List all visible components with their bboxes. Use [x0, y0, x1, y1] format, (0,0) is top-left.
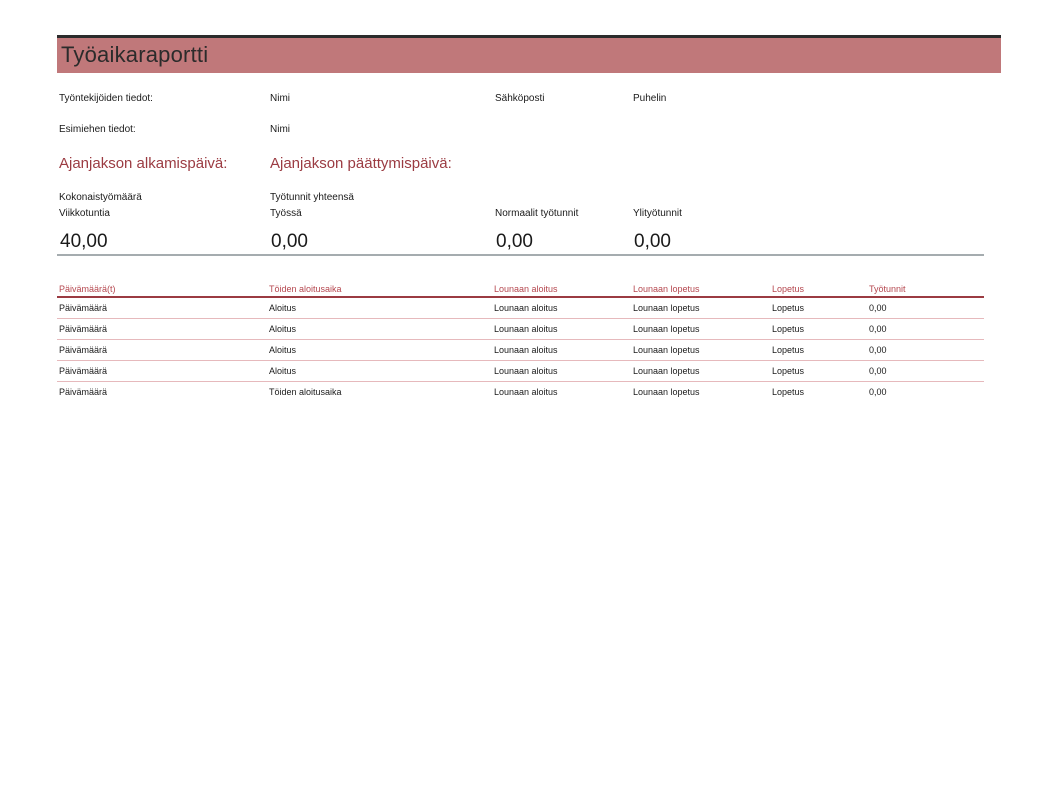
timesheet-page: Työaikaraportti Työntekijöiden tiedot: N… — [0, 0, 1042, 800]
weekly-hours-label: Viikkotuntia — [59, 208, 110, 219]
title-bar: Työaikaraportti — [57, 35, 1001, 73]
normal-hours-value: 0,00 — [496, 231, 533, 252]
column-header-lunch-end: Lounaan lopetus — [633, 284, 700, 294]
end-cell[interactable]: Lopetus — [772, 324, 804, 334]
start-cell[interactable]: Aloitus — [269, 345, 296, 355]
table-row: Päivämäärä Aloitus Lounaan aloitus Louna… — [57, 361, 984, 382]
at-work-label: Työssä — [270, 208, 302, 219]
lunch-start-cell[interactable]: Lounaan aloitus — [494, 366, 558, 376]
period-end-label[interactable]: Ajanjakson päättymispäivä: — [270, 155, 452, 172]
period-start-label[interactable]: Ajanjakson alkamispäivä: — [59, 155, 227, 172]
lunch-start-cell[interactable]: Lounaan aloitus — [494, 345, 558, 355]
page-title: Työaikaraportti — [61, 42, 209, 67]
start-cell[interactable]: Töiden aloitusaika — [269, 387, 342, 397]
hours-cell: 0,00 — [869, 324, 887, 334]
timesheet-table: Päivämäärä(t) Töiden aloitusaika Lounaan… — [57, 284, 984, 403]
total-workload-label: Kokonaistyömäärä — [59, 192, 142, 203]
employee-name-field[interactable]: Nimi — [270, 93, 290, 104]
hours-cell: 0,00 — [869, 345, 887, 355]
end-cell[interactable]: Lopetus — [772, 303, 804, 313]
email-field[interactable]: Sähköposti — [495, 93, 544, 104]
end-cell[interactable]: Lopetus — [772, 345, 804, 355]
column-header-dates: Päivämäärä(t) — [59, 284, 116, 294]
total-hours-label: Työtunnit yhteensä — [270, 192, 354, 203]
date-cell[interactable]: Päivämäärä — [59, 387, 107, 397]
date-cell[interactable]: Päivämäärä — [59, 345, 107, 355]
table-row: Päivämäärä Töiden aloitusaika Lounaan al… — [57, 382, 984, 403]
hours-cell: 0,00 — [869, 387, 887, 397]
hours-cell: 0,00 — [869, 366, 887, 376]
lunch-end-cell[interactable]: Lounaan lopetus — [633, 366, 700, 376]
date-cell[interactable]: Päivämäärä — [59, 324, 107, 334]
lunch-start-cell[interactable]: Lounaan aloitus — [494, 324, 558, 334]
column-header-lunch-start: Lounaan aloitus — [494, 284, 558, 294]
hours-cell: 0,00 — [869, 303, 887, 313]
lunch-end-cell[interactable]: Lounaan lopetus — [633, 387, 700, 397]
lunch-start-cell[interactable]: Lounaan aloitus — [494, 303, 558, 313]
summary-divider — [57, 254, 984, 256]
column-header-hours: Työtunnit — [869, 284, 906, 294]
end-cell[interactable]: Lopetus — [772, 387, 804, 397]
start-cell[interactable]: Aloitus — [269, 366, 296, 376]
lunch-end-cell[interactable]: Lounaan lopetus — [633, 303, 700, 313]
start-cell[interactable]: Aloitus — [269, 303, 296, 313]
lunch-end-cell[interactable]: Lounaan lopetus — [633, 324, 700, 334]
table-row: Päivämäärä Aloitus Lounaan aloitus Louna… — [57, 298, 984, 319]
column-header-start-time: Töiden aloitusaika — [269, 284, 342, 294]
phone-field[interactable]: Puhelin — [633, 93, 666, 104]
supervisor-label: Esimiehen tiedot: — [59, 124, 136, 135]
employee-label: Työntekijöiden tiedot: — [59, 93, 153, 104]
at-work-value: 0,00 — [271, 231, 308, 252]
table-row: Päivämäärä Aloitus Lounaan aloitus Louna… — [57, 340, 984, 361]
date-cell[interactable]: Päivämäärä — [59, 366, 107, 376]
column-header-end: Lopetus — [772, 284, 805, 294]
end-cell[interactable]: Lopetus — [772, 366, 804, 376]
date-cell[interactable]: Päivämäärä — [59, 303, 107, 313]
table-row: Päivämäärä Aloitus Lounaan aloitus Louna… — [57, 319, 984, 340]
weekly-hours-value[interactable]: 40,00 — [60, 231, 108, 253]
lunch-end-cell[interactable]: Lounaan lopetus — [633, 345, 700, 355]
normal-hours-label: Normaalit työtunnit — [495, 208, 579, 219]
lunch-start-cell[interactable]: Lounaan aloitus — [494, 387, 558, 397]
overtime-label: Ylityötunnit — [633, 208, 682, 219]
supervisor-name-field[interactable]: Nimi — [270, 124, 290, 135]
table-header: Päivämäärä(t) Töiden aloitusaika Lounaan… — [57, 284, 984, 298]
overtime-value: 0,00 — [634, 231, 671, 252]
start-cell[interactable]: Aloitus — [269, 324, 296, 334]
